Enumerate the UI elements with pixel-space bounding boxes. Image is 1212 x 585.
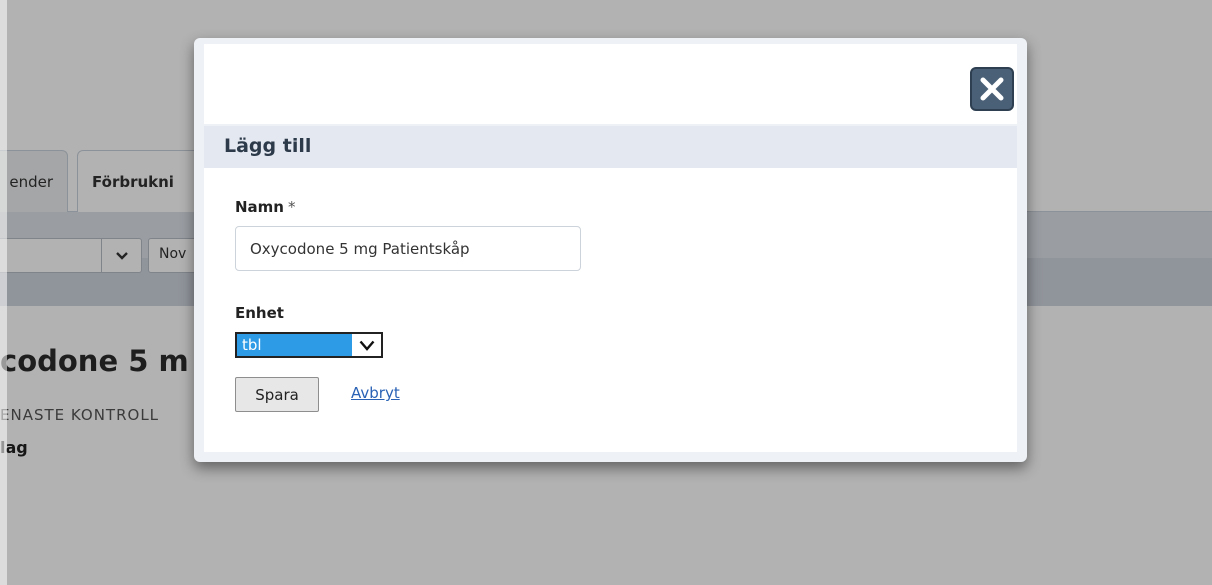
name-input[interactable] (235, 226, 581, 271)
overlay-edge (0, 0, 7, 585)
dialog-body: Namn* Enhet tbl Spara Avbryt (204, 168, 1017, 452)
close-icon (979, 76, 1005, 102)
chevron-down-icon (352, 334, 381, 356)
unit-select[interactable]: tbl (235, 332, 383, 358)
dialog-title-bar: Lägg till (204, 126, 1017, 168)
close-button[interactable] (970, 67, 1014, 111)
save-button[interactable]: Spara (235, 377, 319, 412)
cancel-link[interactable]: Avbryt (351, 384, 400, 402)
dialog-header (204, 44, 1017, 124)
required-marker: * (287, 198, 296, 216)
dialog-title: Lägg till (224, 135, 312, 157)
unit-select-value: tbl (237, 334, 352, 356)
unit-label: Enhet (235, 304, 284, 322)
name-label: Namn * (235, 198, 295, 216)
add-dialog: Lägg till Namn* Enhet tbl Spara Avbryt (194, 38, 1027, 462)
name-label-text: Namn (235, 198, 284, 216)
